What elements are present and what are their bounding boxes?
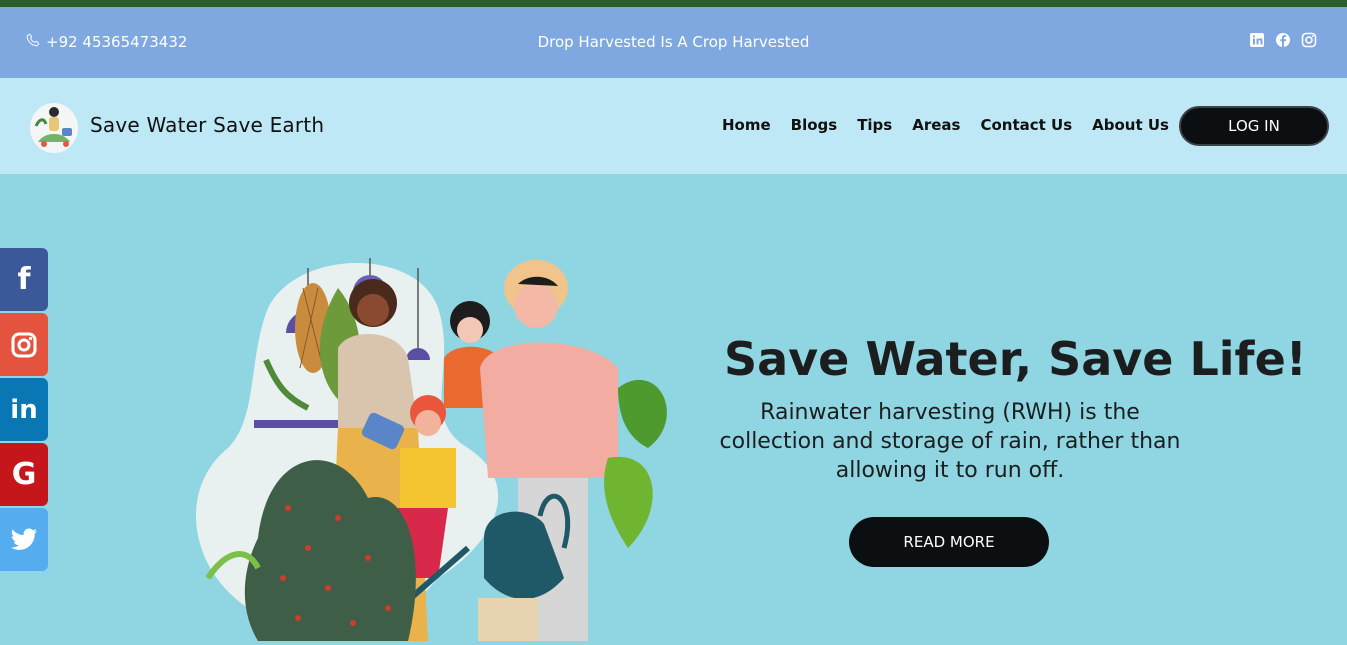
site-logo[interactable] xyxy=(28,98,80,154)
facebook-icon[interactable] xyxy=(1275,32,1291,48)
floating-social-bar: f in G xyxy=(0,248,48,573)
top-info-bar: +92 45365473432 Drop Harvested Is A Crop… xyxy=(0,7,1347,78)
read-more-button[interactable]: READ MORE xyxy=(849,517,1049,567)
instagram-icon[interactable] xyxy=(1301,32,1317,48)
linkedin-icon[interactable] xyxy=(1249,32,1265,48)
login-button[interactable]: LOG IN xyxy=(1179,106,1329,146)
nav-home[interactable]: Home xyxy=(722,116,771,134)
main-navbar: Save Water Save Earth Home Blogs Tips Ar… xyxy=(0,78,1347,174)
hero-title: Save Water, Save Life! xyxy=(724,332,1307,386)
instagram-icon[interactable] xyxy=(0,313,48,376)
main-nav: Home Blogs Tips Areas Contact Us About U… xyxy=(722,116,1169,134)
tagline: Drop Harvested Is A Crop Harvested xyxy=(537,33,810,51)
linkedin-icon[interactable]: in xyxy=(0,378,48,441)
top-social-links xyxy=(1249,32,1317,48)
twitter-icon[interactable] xyxy=(0,508,48,571)
hero-description: Rainwater harvesting (RWH) is the collec… xyxy=(719,400,1181,483)
facebook-icon[interactable]: f xyxy=(0,248,48,311)
google-icon[interactable]: G xyxy=(0,443,48,506)
nav-about-us[interactable]: About Us xyxy=(1092,116,1169,134)
nav-contact-us[interactable]: Contact Us xyxy=(980,116,1072,134)
top-accent-line xyxy=(0,0,1347,7)
nav-tips[interactable]: Tips xyxy=(857,116,892,134)
brand-name[interactable]: Save Water Save Earth xyxy=(90,113,324,137)
hero-section: Save Water, Save Life! Rainwater harvest… xyxy=(0,174,1347,641)
hero-illustration xyxy=(188,248,668,641)
nav-blogs[interactable]: Blogs xyxy=(791,116,838,134)
nav-areas[interactable]: Areas xyxy=(912,116,960,134)
